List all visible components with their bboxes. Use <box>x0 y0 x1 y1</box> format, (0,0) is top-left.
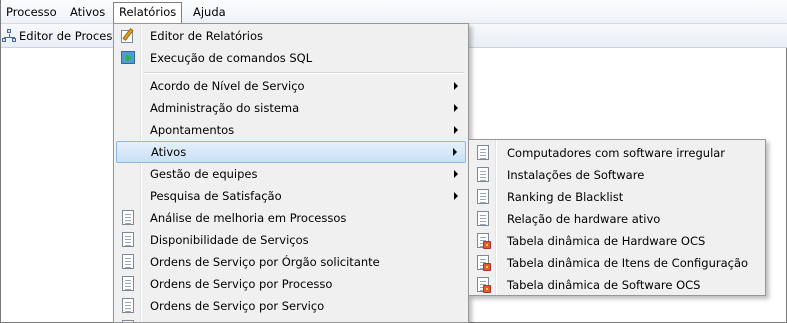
submenu-arrow-icon <box>454 104 458 112</box>
submenu-item-relacao-hardware-ativo[interactable]: Relação de hardware ativo <box>471 208 763 230</box>
menu-item-label: Tabela dinâmica de Software OCS <box>507 278 701 292</box>
document-icon <box>120 210 136 226</box>
menu-item-label: Ordens de Serviço por Órgão solicitante <box>150 255 380 269</box>
submenu-arrow-icon <box>454 192 458 200</box>
menu-item-label: Execução de comandos SQL <box>150 51 313 65</box>
submenu-arrow-icon <box>454 126 458 134</box>
menu-bar: Processo Ativos Relatórios Ajuda <box>1 0 787 24</box>
submenu-item-ranking-blacklist[interactable]: Ranking de Blacklist <box>471 186 763 208</box>
submenu-item-instalacoes-software[interactable]: Instalações de Software <box>471 164 763 186</box>
menu-ativos[interactable]: Ativos <box>65 3 110 23</box>
pivot-document-icon <box>475 233 491 249</box>
relatorios-dropdown-menu: Editor de Relatórios Execução de comando… <box>113 23 469 323</box>
editor-processo-label: Editor de Processo <box>19 29 126 43</box>
sql-run-icon <box>120 50 136 66</box>
menu-item-label: Relação de hardware ativo <box>507 212 661 226</box>
menu-item-label: Ordens de Serviço por Serviço <box>150 299 325 313</box>
submenu-item-tabela-itens-configuracao[interactable]: Tabela dinâmica de Itens de Configuração <box>471 252 763 274</box>
submenu-item-computadores-software-irregular[interactable]: Computadores com software irregular <box>471 142 763 164</box>
menu-item-label: Análise de melhoria em Processos <box>150 211 347 225</box>
menu-item-label: Administração do sistema <box>150 101 300 115</box>
menu-item-label: Tabela dinâmica de Itens de Configuração <box>507 256 749 270</box>
menu-item-label: Ranking de Blacklist <box>507 190 624 204</box>
menu-item-ativos[interactable]: Ativos <box>116 141 466 163</box>
menu-relatorios[interactable]: Relatórios <box>113 2 183 24</box>
menu-item-label: Instalações de Software <box>507 168 645 182</box>
menu-item-acordo-nivel-servico[interactable]: Acordo de Nível de Serviço <box>116 75 466 97</box>
app-window: Processo Ativos Relatórios Ajuda Editor … <box>0 0 787 323</box>
menu-processo[interactable]: Processo <box>1 3 62 23</box>
submenu-item-tabela-software-ocs[interactable]: Tabela dinâmica de Software OCS <box>471 274 763 296</box>
document-icon <box>120 276 136 292</box>
menu-item-label: Pesquisa de Satisfação <box>150 189 282 203</box>
document-icon <box>475 211 491 227</box>
menu-item-administracao-sistema[interactable]: Administração do sistema <box>116 97 466 119</box>
menu-item-os-orgao-solicitante[interactable]: Ordens de Serviço por Órgão solicitante <box>116 251 466 273</box>
ativos-submenu: Computadores com software irregular Inst… <box>468 139 766 296</box>
menu-item-label: Disponibilidade de Serviços <box>150 233 309 247</box>
submenu-arrow-icon <box>454 170 458 178</box>
menu-ajuda[interactable]: Ajuda <box>188 3 231 23</box>
menu-item-label: Ativos <box>151 145 187 159</box>
submenu-arrow-icon <box>453 148 457 156</box>
menu-separator <box>144 72 464 73</box>
menu-item-pesquisa-satisfacao[interactable]: Pesquisa de Satisfação <box>116 185 466 207</box>
menu-item-label: Tabela dinâmica de Hardware OCS <box>507 234 706 248</box>
menu-item-label: Editor de Relatórios <box>150 29 264 43</box>
report-edit-icon <box>120 28 136 44</box>
menu-item-os-servico[interactable]: Ordens de Serviço por Serviço <box>116 295 466 317</box>
document-icon <box>475 145 491 161</box>
menu-item-label: Acordo de Nível de Serviço <box>150 79 305 93</box>
menu-item-label: Apontamentos <box>150 123 235 137</box>
menu-item-gestao-equipes[interactable]: Gestão de equipes <box>116 163 466 185</box>
document-icon <box>120 232 136 248</box>
document-icon <box>475 189 491 205</box>
menu-item-label: Gestão de equipes <box>150 167 258 181</box>
menu-item-apontamentos[interactable]: Apontamentos <box>116 119 466 141</box>
menu-item-partial[interactable] <box>116 317 466 322</box>
document-icon <box>120 298 136 314</box>
process-tree-icon <box>2 29 17 43</box>
menu-item-editor-relatorios[interactable]: Editor de Relatórios <box>116 25 466 47</box>
pivot-document-icon <box>475 255 491 271</box>
menu-item-disponibilidade-servicos[interactable]: Disponibilidade de Serviços <box>116 229 466 251</box>
submenu-item-tabela-hardware-ocs[interactable]: Tabela dinâmica de Hardware OCS <box>471 230 763 252</box>
menu-item-label: Ordens de Serviço por Processo <box>150 277 333 291</box>
menu-item-analise-melhoria[interactable]: Análise de melhoria em Processos <box>116 207 466 229</box>
document-icon <box>120 254 136 270</box>
document-icon <box>475 167 491 183</box>
submenu-arrow-icon <box>454 82 458 90</box>
menu-item-label: Computadores com software irregular <box>507 146 726 160</box>
pivot-document-icon <box>475 277 491 293</box>
menu-item-os-processo[interactable]: Ordens de Serviço por Processo <box>116 273 466 295</box>
menu-item-execucao-sql[interactable]: Execução de comandos SQL <box>116 47 466 69</box>
